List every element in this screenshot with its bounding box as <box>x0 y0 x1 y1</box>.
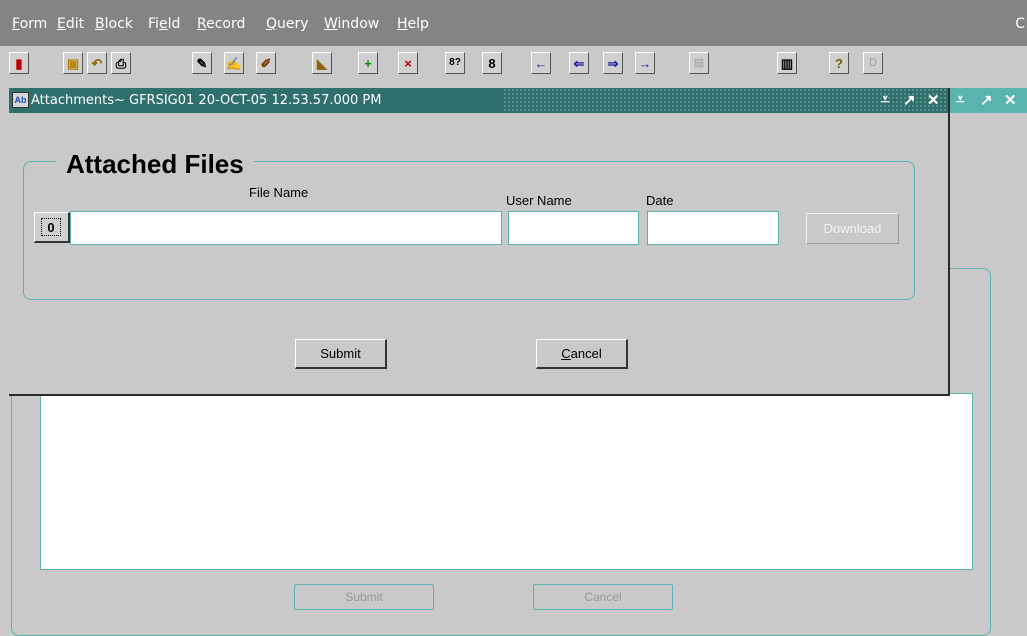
dialog-title: Attachments~ GFRSIG01 20-OCT-05 12.53.57… <box>31 93 382 108</box>
user-name-label: User Name <box>506 193 572 208</box>
previous-block-icon[interactable]: ← <box>531 52 551 74</box>
revert-icon[interactable]: ↶ <box>87 52 107 74</box>
cancel-label: ancel <box>570 346 602 361</box>
exit-icon[interactable]: ▮ <box>9 52 29 74</box>
next-block-icon[interactable]: → <box>635 52 655 74</box>
menu-corner-text: C <box>1015 16 1025 32</box>
download-button[interactable]: Download <box>806 213 899 244</box>
close-icon[interactable]: ✕ <box>927 91 940 109</box>
menu-edit[interactable]: Edit <box>57 16 84 32</box>
previous-record-icon[interactable]: ⇐ <box>569 52 589 74</box>
display-error-icon[interactable]: ✐ <box>256 52 276 74</box>
background-close-icon[interactable]: ✕ <box>1004 91 1017 109</box>
menu-field[interactable]: Field <box>148 16 180 32</box>
attach-file-button[interactable]: 0 <box>34 212 70 243</box>
group-title: Attached Files <box>56 149 254 180</box>
enter-query-icon[interactable]: 8? <box>445 52 465 74</box>
menu-form[interactable]: Form <box>12 16 47 32</box>
submit-button[interactable]: Submit <box>295 339 387 369</box>
menu-bar: Form Edit Block Field Record Query Windo… <box>0 0 1027 46</box>
print-icon[interactable]: ⎙ <box>111 52 131 74</box>
delete-record-icon[interactable]: × <box>398 52 418 74</box>
toolbar: ▮ ▣ ↶ ⎙ ✎ ✍ ✐ ◣ + × 8? 8 ← ⇐ ⇒ → ▤ ▥ ? D <box>0 46 1027 86</box>
save-icon[interactable]: ▣ <box>63 52 83 74</box>
background-minimize-icon[interactable]: ⩡ <box>956 91 964 108</box>
cancel-button[interactable]: Cancel <box>536 339 628 369</box>
user-name-field[interactable] <box>508 211 639 245</box>
help-icon[interactable]: ? <box>829 52 849 74</box>
background-maximize-icon[interactable]: ↗ <box>980 91 993 109</box>
next-record-icon[interactable]: ⇒ <box>603 52 623 74</box>
cancel-hotkey: C <box>561 346 571 361</box>
clear-icon[interactable]: ◣ <box>312 52 332 74</box>
date-field[interactable] <box>647 211 779 245</box>
background-cancel-button[interactable]: Cancel <box>533 584 673 610</box>
menu-help[interactable]: Help <box>397 16 429 32</box>
edit-attributes-icon[interactable]: ✍ <box>224 52 244 74</box>
dialog-titlebar[interactable]: Ab Attachments~ GFRSIG01 20-OCT-05 12.53… <box>9 88 948 113</box>
menu-record[interactable]: Record <box>197 16 245 32</box>
menu-block[interactable]: Block <box>95 16 133 32</box>
background-window-titlebar: ⩡ ↗ ✕ <box>948 88 1027 113</box>
d-button[interactable]: D <box>863 52 883 74</box>
paperclip-icon: 0 <box>41 218 61 236</box>
background-submit-button[interactable]: Submit <box>294 584 434 610</box>
background-text-area[interactable] <box>40 393 973 570</box>
maximize-icon[interactable]: ↗ <box>903 91 916 109</box>
insert-record-icon[interactable]: + <box>358 52 378 74</box>
menu-window[interactable]: Window <box>324 16 379 32</box>
window-icon: Ab <box>12 92 29 108</box>
file-name-field[interactable] <box>70 211 502 245</box>
edit-icon[interactable]: ✎ <box>192 52 212 74</box>
file-name-label: File Name <box>249 185 309 200</box>
clipboard-icon[interactable]: ▥ <box>777 52 797 74</box>
list-of-values-icon[interactable]: ▤ <box>689 52 709 74</box>
menu-query[interactable]: Query <box>266 16 309 32</box>
minimize-icon[interactable]: ⩡ <box>881 91 889 108</box>
date-label: Date <box>646 193 674 208</box>
execute-query-icon[interactable]: 8 <box>482 52 502 74</box>
attachments-dialog: Ab Attachments~ GFRSIG01 20-OCT-05 12.53… <box>9 88 950 396</box>
